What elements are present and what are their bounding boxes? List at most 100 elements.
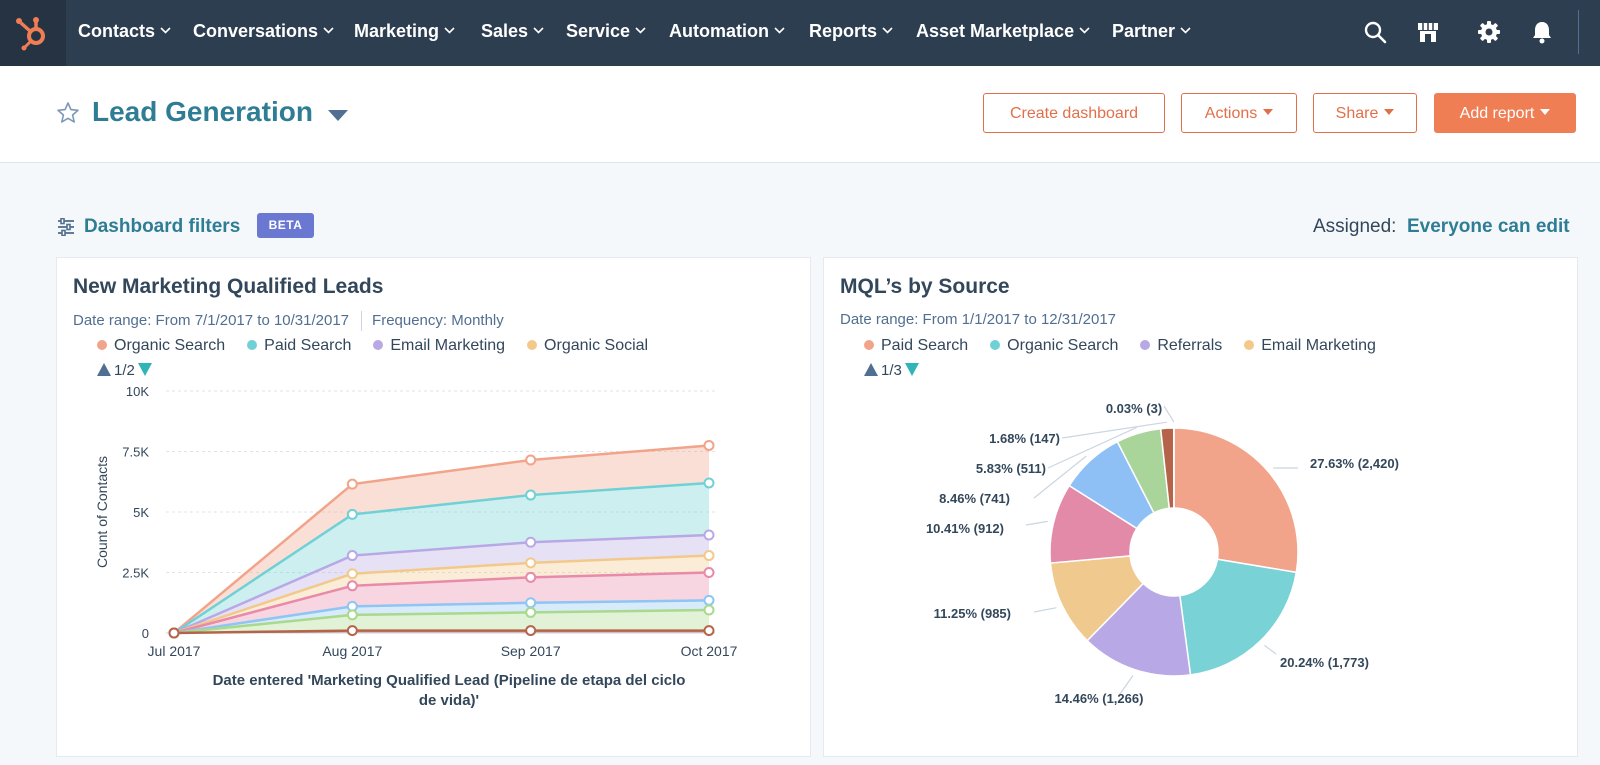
- area-chart: 0 2.5K 5K 7.5K 10K Jul 2017 Aug 2017 Sep 2017 Oc…: [94, 386, 738, 709]
- legend-page: 1/3: [881, 362, 902, 379]
- report-subtitle: Date range: From 7/1/2017 to 10/31/2017 F…: [73, 311, 504, 331]
- slice-label: 0.03% (3): [1106, 401, 1162, 416]
- data-point[interactable]: [703, 439, 715, 451]
- date-range: Date range: From 7/1/2017 to 10/31/2017: [73, 311, 350, 329]
- report-title[interactable]: MQL’s by Source: [840, 275, 1010, 299]
- nav-item-marketing[interactable]: Marketing: [354, 0, 455, 62]
- data-point[interactable]: [346, 580, 358, 592]
- data-point[interactable]: [525, 606, 537, 618]
- legend-item[interactable]: Paid Search: [247, 337, 351, 355]
- data-point[interactable]: [703, 529, 715, 541]
- data-point[interactable]: [346, 478, 358, 490]
- data-point[interactable]: [346, 568, 358, 580]
- data-point[interactable]: [168, 627, 180, 639]
- nav-item-conversations[interactable]: Conversations: [193, 0, 334, 62]
- y-tick-label: 10K: [126, 386, 149, 399]
- legend-swatch: [97, 339, 107, 350]
- legend-next-icon[interactable]: [137, 362, 152, 376]
- y-tick-label: 0: [142, 626, 149, 641]
- nav-item-contacts[interactable]: Contacts: [78, 0, 171, 62]
- legend-label: Paid Search: [264, 337, 352, 354]
- slice-leader-line: [1163, 405, 1175, 423]
- legend-swatch: [373, 339, 384, 350]
- data-point[interactable]: [346, 609, 358, 621]
- legend-prev-icon[interactable]: [97, 362, 111, 376]
- nav-item-partner[interactable]: Partner: [1112, 0, 1191, 62]
- legend-item[interactable]: Referrals: [1140, 337, 1222, 355]
- assigned-value-link[interactable]: Everyone can edit: [1407, 216, 1570, 238]
- legend-item[interactable]: Organic Search: [97, 337, 225, 355]
- data-point[interactable]: [703, 625, 715, 637]
- data-point[interactable]: [525, 536, 537, 548]
- legend-swatch: [1244, 339, 1255, 350]
- data-point[interactable]: [346, 508, 358, 520]
- nav-item-label: Service: [566, 21, 631, 41]
- dashboard-switcher-caret-icon[interactable]: [328, 108, 348, 122]
- gear-icon[interactable]: [1477, 20, 1501, 44]
- nav-item-service[interactable]: Service: [566, 0, 646, 62]
- data-point[interactable]: [525, 625, 537, 637]
- nav-item-label: Sales: [481, 21, 529, 41]
- nav-item-automation[interactable]: Automation: [669, 0, 785, 62]
- search-icon[interactable]: [1363, 20, 1387, 44]
- data-point[interactable]: [525, 489, 537, 501]
- slice-label: 14.46% (1,266): [1055, 691, 1144, 706]
- data-point[interactable]: [346, 625, 358, 637]
- share-button[interactable]: Share: [1313, 93, 1417, 133]
- legend-item[interactable]: Paid Search: [864, 337, 968, 355]
- legend-swatch: [864, 339, 874, 350]
- data-point[interactable]: [525, 571, 537, 583]
- legend-item[interactable]: Email Marketing: [373, 337, 505, 355]
- add-report-button[interactable]: Add report: [1434, 93, 1576, 133]
- nav-item-asset-marketplace[interactable]: Asset Marketplace: [916, 0, 1090, 62]
- data-point[interactable]: [525, 557, 537, 569]
- legend-page: 1/2: [114, 362, 135, 379]
- legend-item[interactable]: Organic Social: [527, 337, 648, 355]
- data-point[interactable]: [703, 550, 715, 562]
- chevron-down-icon: [1384, 108, 1395, 115]
- hubspot-logo-icon[interactable]: [0, 0, 66, 66]
- nav-item-label: Conversations: [193, 21, 319, 41]
- marketplace-icon[interactable]: [1416, 20, 1440, 44]
- data-point[interactable]: [703, 567, 715, 578]
- top-nav: Contacts Conversations Marketing Sales Servi…: [0, 0, 1600, 66]
- data-point[interactable]: [703, 594, 715, 606]
- frequency: Frequency: Monthly: [372, 311, 504, 329]
- dashboard-filters-link[interactable]: Dashboard filters: [84, 216, 240, 238]
- legend-item[interactable]: Email Marketing: [1244, 337, 1376, 355]
- y-tick-label: 7.5K: [122, 445, 149, 460]
- dashboard-title[interactable]: Lead Generation: [92, 96, 313, 128]
- legend-next-icon[interactable]: [904, 362, 919, 376]
- legend-label: Organic Search: [1007, 337, 1119, 354]
- data-point[interactable]: [703, 604, 715, 616]
- data-point[interactable]: [525, 597, 537, 609]
- report-subtitle: Date range: From 1/1/2017 to 12/31/2017: [840, 311, 1116, 328]
- x-tick-label: Aug 2017: [322, 643, 382, 659]
- share-label: Share: [1335, 105, 1379, 122]
- x-axis-label: Date entered 'Marketing Qualified Lead (…: [213, 672, 686, 709]
- data-point[interactable]: [346, 550, 358, 562]
- legend-swatch: [247, 339, 258, 350]
- create-dashboard-button[interactable]: Create dashboard: [983, 93, 1165, 133]
- slice-leader-line: [1033, 607, 1057, 613]
- legend-item[interactable]: Organic Search: [990, 337, 1118, 355]
- data-point[interactable]: [703, 477, 715, 489]
- nav-item-reports[interactable]: Reports: [809, 0, 893, 62]
- pie-slice[interactable]: [1173, 427, 1299, 574]
- bell-icon[interactable]: [1530, 20, 1554, 44]
- beta-badge: BETA: [257, 213, 314, 238]
- legend-label: Referrals: [1157, 337, 1223, 354]
- nav-item-sales[interactable]: Sales: [481, 0, 544, 62]
- legend-label: Organic Search: [114, 337, 226, 354]
- pie-slice[interactable]: [1179, 558, 1298, 676]
- chevron-down-icon: [1079, 27, 1090, 34]
- slice-label: 10.41% (912): [926, 521, 1004, 536]
- favorite-star-icon[interactable]: [56, 101, 80, 125]
- chevron-down-icon: [1263, 108, 1274, 115]
- actions-button[interactable]: Actions: [1181, 93, 1297, 133]
- legend-prev-icon[interactable]: [864, 362, 878, 376]
- data-point[interactable]: [525, 454, 537, 466]
- filters-sliders-icon[interactable]: [57, 218, 75, 236]
- nav-item-label: Marketing: [354, 21, 440, 41]
- report-title[interactable]: New Marketing Qualified Leads: [73, 275, 383, 299]
